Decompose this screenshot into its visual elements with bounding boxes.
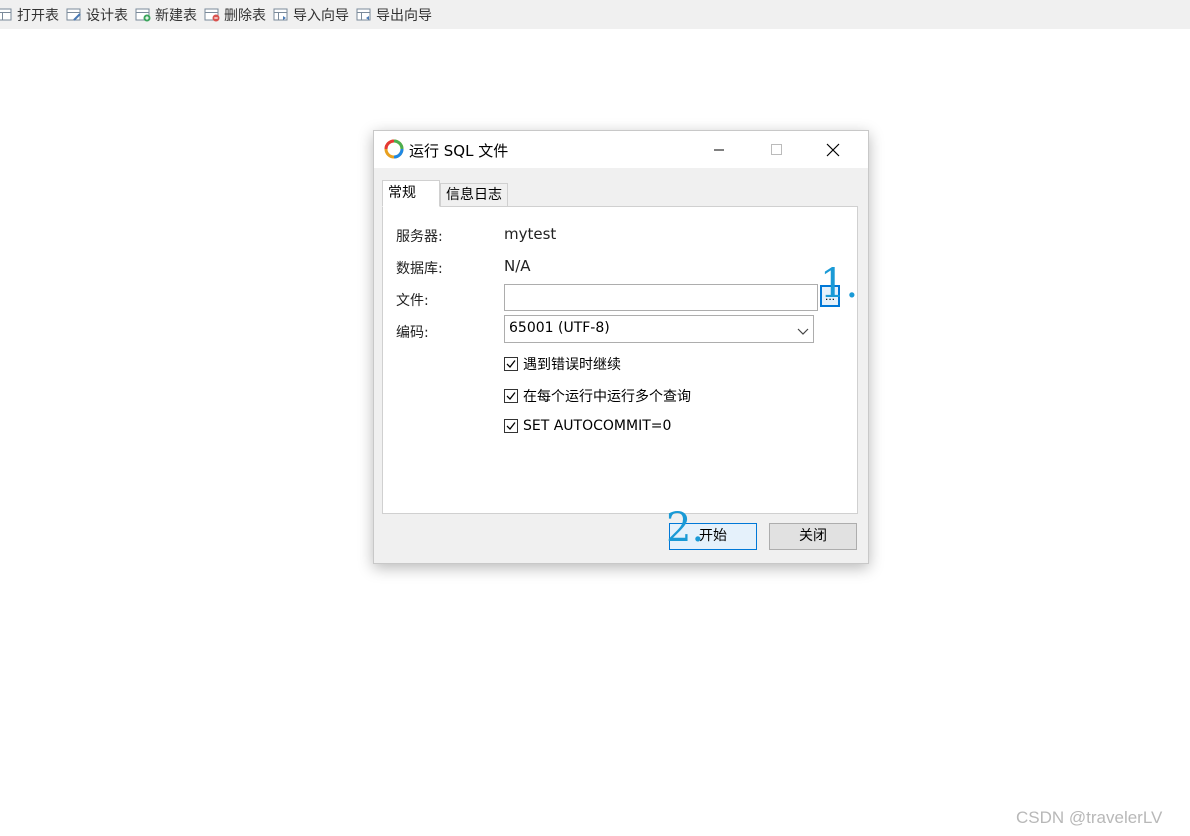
minimize-icon [714,149,724,150]
continue-on-error-checkbox[interactable] [504,357,518,371]
design-table-icon [66,8,82,22]
checkmark-icon [506,422,516,430]
import-wizard-icon [273,8,289,22]
option-continue-on-error[interactable]: 遇到错误时继续 [504,354,621,374]
run-sql-file-dialog: 运行 SQL 文件 常规 信息日志 服务器: mytest 数据库: N/A 文… [373,130,869,564]
toolbar-delete-table[interactable]: 删除表 [201,0,270,29]
dialog-titlebar[interactable]: 运行 SQL 文件 [374,131,868,168]
chevron-down-icon [797,324,809,340]
set-autocommit-checkbox[interactable] [504,419,518,433]
server-label: 服务器: [396,229,443,245]
watermark: CSDN @travelerLV [1016,808,1163,827]
database-label: 数据库: [396,261,443,277]
toolbar-design-table[interactable]: 设计表 [63,0,132,29]
minimize-button[interactable] [696,131,742,168]
file-path-input[interactable] [504,284,818,311]
step-1-annotation: 1. [820,261,859,307]
file-label: 文件: [396,293,429,309]
maximize-button[interactable] [754,131,800,168]
toolbar-new-table-label: 新建表 [155,7,197,24]
toolbar-import-wizard[interactable]: 导入向导 [270,0,353,29]
navicat-logo-icon [384,139,404,159]
close-window-button[interactable] [810,131,856,168]
export-wizard-icon [356,8,372,22]
database-value: N/A [504,257,531,275]
encoding-label: 编码: [396,325,429,341]
step-2-annotation: 2. [666,505,705,551]
option-label: 在每个运行中运行多个查询 [523,389,691,405]
multiple-queries-checkbox[interactable] [504,389,518,403]
option-label: SET AUTOCOMMIT=0 [523,418,672,434]
maximize-icon [771,143,782,155]
tab-message-log[interactable]: 信息日志 [440,183,508,207]
toolbar-export-wizard-label: 导出向导 [376,7,432,24]
new-table-icon [135,8,151,22]
checkmark-icon [506,392,516,400]
toolbar-export-wizard[interactable]: 导出向导 [353,0,436,29]
dialog-title: 运行 SQL 文件 [409,142,509,160]
toolbar: 打开表 设计表 新建表 删除表 导入向导 导出向导 [0,0,1190,29]
option-multiple-queries[interactable]: 在每个运行中运行多个查询 [504,386,691,406]
server-value: mytest [504,225,557,243]
close-button[interactable]: 关闭 [769,523,857,550]
toolbar-new-table[interactable]: 新建表 [132,0,201,29]
tab-general[interactable]: 常规 [382,180,440,207]
delete-table-icon [204,8,220,22]
general-panel: 服务器: mytest 数据库: N/A 文件: ... 编码: 65001 (… [382,206,858,514]
option-label: 遇到错误时继续 [523,357,621,373]
open-table-icon [0,8,13,22]
checkmark-icon [506,360,516,368]
toolbar-import-wizard-label: 导入向导 [293,7,349,24]
option-set-autocommit[interactable]: SET AUTOCOMMIT=0 [504,418,671,434]
toolbar-design-table-label: 设计表 [86,7,128,24]
close-icon [826,143,840,156]
toolbar-open-table-label: 打开表 [17,7,59,24]
toolbar-open-table[interactable]: 打开表 [0,0,63,29]
encoding-select[interactable]: 65001 (UTF-8) [504,315,814,343]
encoding-selected-value: 65001 (UTF-8) [509,320,610,336]
toolbar-delete-table-label: 删除表 [224,7,266,24]
